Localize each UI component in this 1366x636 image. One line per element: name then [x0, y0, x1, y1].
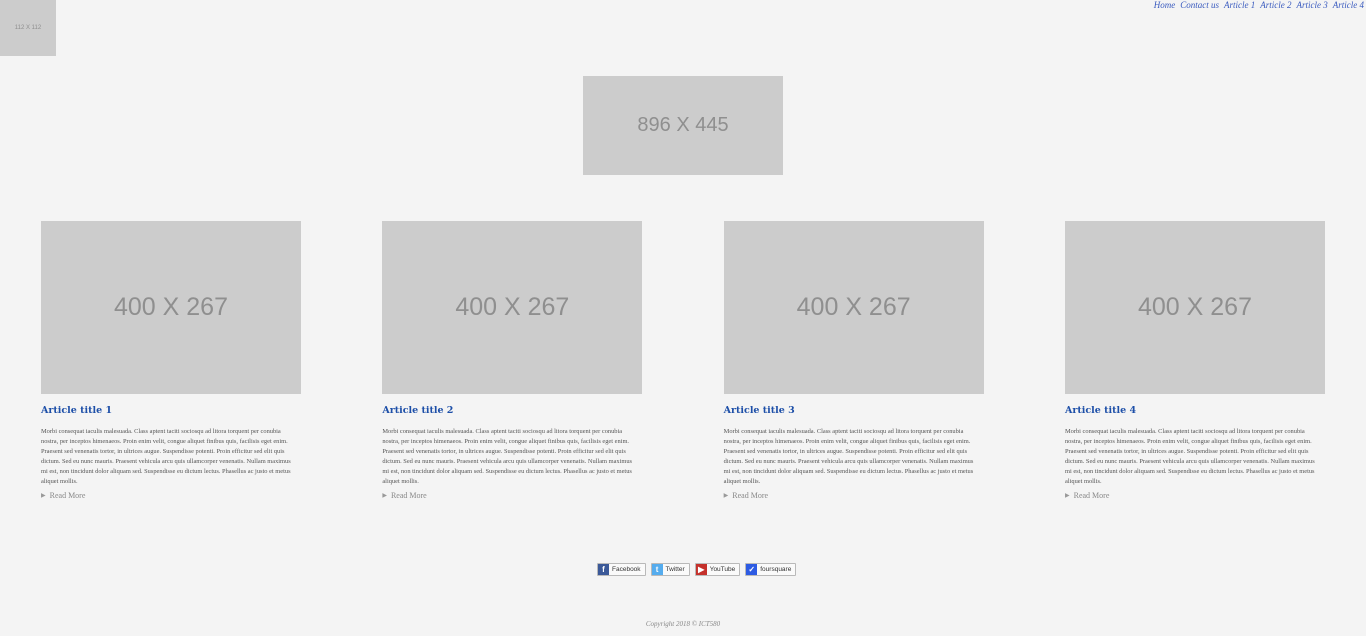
article-body: Morbi consequat iaculis malesuada. Class…: [382, 428, 633, 485]
article-image[interactable]: 400 X 267: [1064, 221, 1325, 394]
read-more-link[interactable]: ▶ Read More: [382, 491, 642, 501]
nav-contact-us[interactable]: Contact us: [1180, 0, 1219, 10]
logo-label: 112 X 112: [14, 25, 42, 31]
article-card-3: 400 X 267 Article title 3 Morbi consequa…: [723, 221, 984, 501]
article-body: Morbi consequat iaculis malesuada. Class…: [1064, 428, 1315, 485]
article-title[interactable]: Article title 1: [41, 404, 301, 418]
triangle-right-icon: ▶: [382, 493, 387, 499]
nav-article-2[interactable]: Article 2: [1260, 0, 1291, 10]
article-body: Morbi consequat iaculis malesuada. Class…: [723, 428, 974, 485]
facebook-icon: f: [598, 564, 609, 575]
copyright-text: Copyright 2018 © ICT580: [645, 620, 721, 628]
nav-article-1[interactable]: Article 1: [1224, 0, 1255, 10]
article-image-label: 400 X 267: [114, 293, 228, 321]
twitter-icon: t: [651, 564, 663, 575]
nav-article-4[interactable]: Article 4: [1333, 0, 1364, 10]
read-more-label: Read More: [732, 491, 769, 500]
youtube-icon: ▶: [695, 564, 707, 575]
article-card-4: 400 X 267 Article title 4 Morbi consequa…: [1064, 221, 1325, 501]
twitter-button[interactable]: t Twitter: [650, 563, 690, 576]
article-title[interactable]: Article title 2: [382, 404, 642, 418]
read-more-label: Read More: [1073, 491, 1110, 500]
read-more-label: Read More: [49, 491, 86, 500]
article-image-label: 400 X 267: [1137, 293, 1252, 321]
article-image[interactable]: 400 X 267: [41, 221, 301, 394]
article-image[interactable]: 400 X 267: [382, 221, 643, 394]
top-navigation: Home Contact us Article 1 Article 2 Arti…: [1154, 0, 1364, 10]
foursquare-icon: ✓: [746, 564, 758, 575]
article-image-label: 400 X 267: [455, 293, 570, 321]
facebook-button[interactable]: f Facebook: [597, 563, 646, 576]
triangle-right-icon: ▶: [41, 493, 46, 499]
social-buttons: f Facebook t Twitter ▶ YouTube ✓ foursqu…: [597, 563, 797, 576]
youtube-label: YouTube: [709, 566, 736, 573]
read-more-link[interactable]: ▶ Read More: [1065, 491, 1325, 501]
nav-home[interactable]: Home: [1154, 0, 1176, 10]
foursquare-label: foursquare: [760, 566, 792, 573]
nav-article-3[interactable]: Article 3: [1297, 0, 1328, 10]
foursquare-button[interactable]: ✓ foursquare: [745, 563, 797, 576]
read-more-link[interactable]: ▶ Read More: [41, 491, 301, 501]
articles-grid: 400 X 267 Article title 1 Morbi consequa…: [41, 221, 1325, 501]
read-more-link[interactable]: ▶ Read More: [724, 491, 984, 501]
article-title[interactable]: Article title 3: [724, 404, 984, 418]
youtube-button[interactable]: ▶ YouTube: [694, 563, 741, 576]
hero-image-placeholder: 896 X 445: [583, 76, 783, 175]
article-image[interactable]: 400 X 267: [723, 221, 984, 394]
article-card-2: 400 X 267 Article title 2 Morbi consequa…: [382, 221, 643, 501]
article-card-1: 400 X 267 Article title 1 Morbi consequa…: [41, 221, 301, 501]
read-more-label: Read More: [390, 491, 427, 500]
hero-image-label: 896 X 445: [637, 114, 729, 136]
article-image-label: 400 X 267: [796, 293, 911, 321]
triangle-right-icon: ▶: [723, 493, 729, 499]
twitter-label: Twitter: [665, 566, 685, 573]
facebook-label: Facebook: [612, 566, 641, 573]
article-title[interactable]: Article title 4: [1065, 404, 1325, 418]
article-body: Morbi consequat iaculis malesuada. Class…: [41, 428, 291, 485]
triangle-right-icon: ▶: [1064, 493, 1070, 499]
logo-placeholder[interactable]: 112 X 112: [0, 0, 56, 56]
